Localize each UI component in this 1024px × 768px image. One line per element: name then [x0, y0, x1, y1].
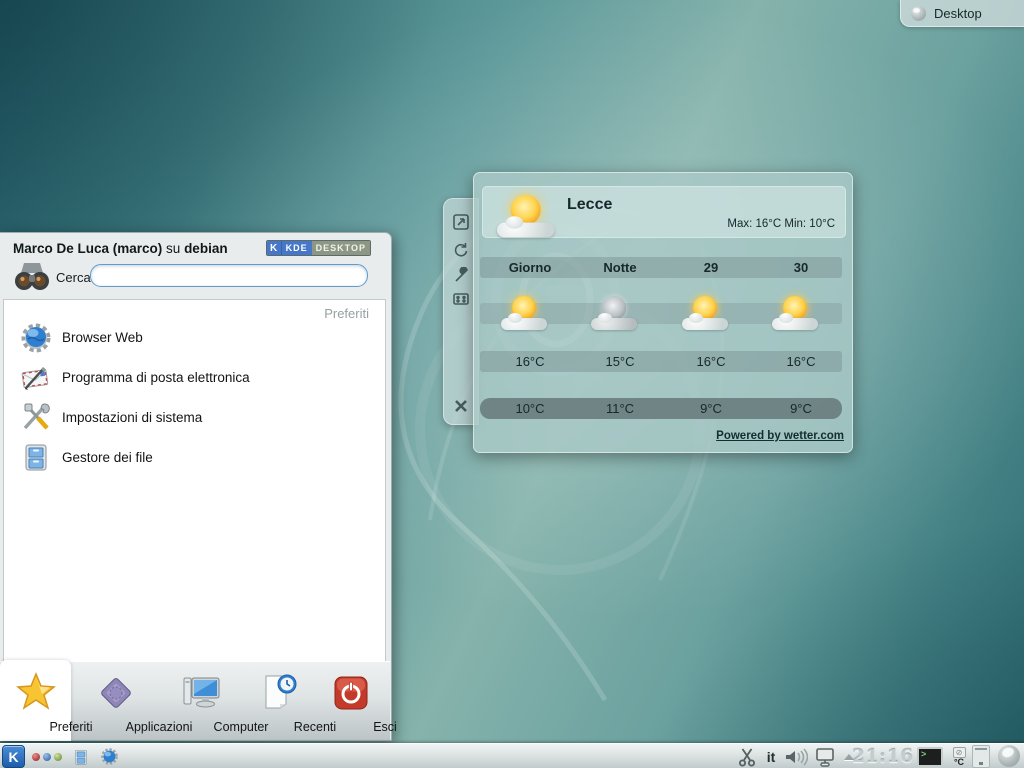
menu-item-label: Programma di posta elettronica: [62, 370, 250, 385]
weather-tray-glyph: ⊘: [953, 747, 966, 758]
weather-day-temps-row: 16°C 15°C 16°C 16°C: [480, 351, 842, 372]
pager-dot-green[interactable]: [54, 753, 62, 761]
night-temp: 9°C: [756, 398, 846, 419]
weather-night-temps-row: 10°C 11°C 9°C 9°C: [480, 398, 842, 419]
menu-item-posta-elettronica[interactable]: Programma di posta elettronica: [4, 358, 385, 396]
tab-applicazioni[interactable]: Applicazioni: [73, 662, 159, 741]
globe-gear-icon: [20, 321, 52, 353]
settings-wrench-icon[interactable]: [452, 267, 470, 285]
keyboard-layout-indicator[interactable]: it: [761, 744, 781, 768]
night-temp: 9°C: [666, 398, 756, 419]
kickoff-content: Preferiti Browser Web: [3, 299, 386, 663]
sun-cloud-icon: [501, 296, 547, 330]
panel-toolbox-cashew[interactable]: [998, 745, 1020, 767]
web-browser-icon[interactable]: [98, 744, 120, 768]
day-temp: 16°C: [666, 351, 756, 372]
menu-item-label: Gestore dei file: [62, 450, 153, 465]
sun-cloud-icon: [682, 296, 728, 330]
night-temp: 11°C: [575, 398, 665, 419]
user-name: Marco De Luca (marco): [13, 241, 162, 256]
night-temp: 10°C: [485, 398, 575, 419]
klipper-scissors-icon[interactable]: [735, 744, 759, 768]
menu-item-label: Browser Web: [62, 330, 143, 345]
resize-icon[interactable]: [452, 213, 470, 231]
toolbox-sphere-icon: [911, 6, 926, 21]
desktop-pager[interactable]: [30, 744, 64, 768]
desktop-toolbox-label: Desktop: [934, 6, 982, 21]
desktop-toolbox[interactable]: Desktop: [900, 0, 1024, 27]
volume-icon[interactable]: [783, 744, 809, 768]
diamond-icon: [95, 672, 137, 714]
rotate-icon[interactable]: [452, 241, 470, 259]
file-cabinet-icon: [20, 441, 52, 473]
menu-item-label: Impostazioni di sistema: [62, 410, 202, 425]
pager-dot-blue[interactable]: [43, 753, 51, 761]
mini-calendar-widget[interactable]: [972, 745, 990, 768]
terminal-tray-icon[interactable]: [915, 744, 945, 768]
search-label: Cerca:: [56, 270, 94, 285]
weather-col-30: 30: [756, 257, 846, 278]
tab-recenti[interactable]: Recenti: [243, 662, 315, 741]
weather-col-giorno: Giorno: [485, 257, 575, 278]
day-temp: 15°C: [575, 351, 665, 372]
weather-columns-row: Giorno Notte 29 30: [480, 257, 842, 278]
power-icon: [330, 672, 372, 714]
weather-max-min: Max: 16°C Min: 10°C: [727, 218, 835, 230]
day-temp: 16°C: [756, 351, 846, 372]
network-icon[interactable]: [812, 744, 838, 768]
menu-item-browser-web[interactable]: Browser Web: [4, 318, 385, 356]
weather-tray-icon[interactable]: ⊘ °C: [948, 744, 970, 768]
monitor-icon: [180, 672, 222, 714]
kickoff-user-title: Marco De Luca (marco) su debian: [13, 241, 228, 256]
kde-logo-icon: K: [267, 241, 282, 255]
file-manager-icon[interactable]: [70, 744, 92, 768]
digital-clock[interactable]: 21:16: [853, 744, 913, 768]
close-icon[interactable]: [452, 397, 470, 415]
host-name: debian: [184, 241, 228, 256]
search-input[interactable]: [90, 264, 368, 287]
sun-cloud-icon: [772, 296, 818, 330]
kickoff-launcher: Marco De Luca (marco) su debian K KDE DE…: [0, 232, 392, 741]
moon-cloud-icon: [591, 296, 637, 330]
desktop-wallpaper: Desktop Lecce Max: 16°C Min: 10°C Gior: [0, 0, 1024, 768]
kickoff-tab-bar: Preferiti Applicazioni: [0, 661, 390, 740]
weather-header: Lecce Max: 16°C Min: 10°C: [482, 186, 846, 238]
weather-col-29: 29: [666, 257, 756, 278]
sun-cloud-icon: [497, 195, 555, 238]
weather-city: Lecce: [567, 196, 612, 214]
pager-dot-red[interactable]: [32, 753, 40, 761]
tab-esci[interactable]: Esci: [317, 662, 385, 741]
binoculars-icon: [14, 259, 50, 298]
kde-desktop-badge: K KDE DESKTOP: [266, 240, 371, 256]
tab-computer[interactable]: Computer: [161, 662, 241, 741]
kmenu-button[interactable]: K: [2, 745, 25, 768]
day-temp: 16°C: [485, 351, 575, 372]
menu-item-gestore-file[interactable]: Gestore dei file: [4, 438, 385, 476]
star-icon: [15, 670, 57, 712]
weather-widget: Lecce Max: 16°C Min: 10°C Giorno Notte 2…: [473, 172, 853, 453]
configure-grid-icon[interactable]: [452, 290, 470, 308]
wetter-credit-link[interactable]: Powered by wetter.com: [716, 430, 844, 442]
menu-item-impostazioni-sistema[interactable]: Impostazioni di sistema: [4, 398, 385, 436]
document-clock-icon: [258, 672, 300, 714]
bottom-panel: K: [0, 743, 1024, 768]
mail-pen-icon: [20, 361, 52, 393]
tab-preferiti[interactable]: Preferiti: [0, 660, 71, 741]
crossed-tools-icon: [20, 401, 52, 433]
tab-label: Esci: [351, 720, 419, 734]
weather-col-notte: Notte: [575, 257, 665, 278]
